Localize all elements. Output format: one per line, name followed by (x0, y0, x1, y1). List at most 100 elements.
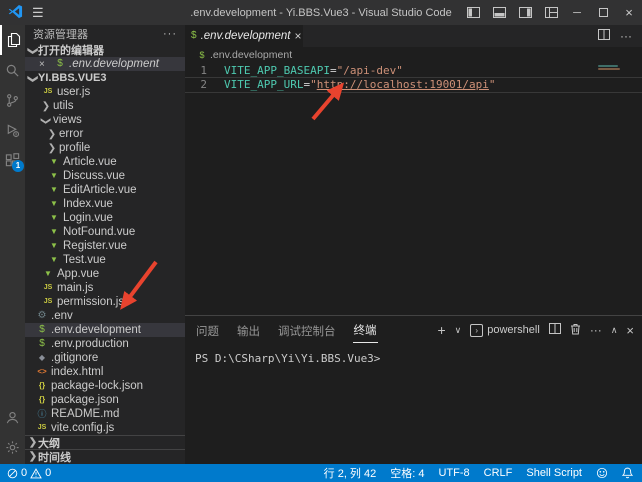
maximize-panel-icon[interactable]: ∧ (611, 325, 618, 336)
panel-tab-item[interactable]: 问题 (195, 318, 220, 343)
customize-layout-icon[interactable] (538, 0, 564, 25)
code-editor[interactable]: 1 VITE_APP_BASEAPI="/api-dev" 2 VITE_APP… (185, 63, 642, 315)
tree-item[interactable]: ▼Article.vue (25, 155, 185, 169)
tree-item[interactable]: ▼Login.vue (25, 211, 185, 225)
open-editor-item[interactable]: × $ .env.development (25, 57, 185, 71)
tree-item[interactable]: JSuser.js (25, 85, 185, 99)
toggle-sidebar-icon[interactable] (460, 0, 486, 25)
notifications-bell-icon[interactable] (622, 467, 633, 479)
close-panel-icon[interactable]: × (626, 323, 634, 338)
run-debug-icon[interactable] (0, 115, 25, 145)
split-terminal-icon[interactable] (549, 323, 561, 337)
tree-item[interactable]: {}package.json (25, 393, 185, 407)
settings-gear-icon[interactable] (0, 432, 25, 462)
minimize-button[interactable]: ─ (564, 0, 590, 25)
terminal-icon: › (470, 324, 483, 337)
toggle-secondary-sidebar-icon[interactable] (512, 0, 538, 25)
encoding[interactable]: UTF-8 (438, 467, 469, 479)
split-editor-icon[interactable] (598, 29, 610, 43)
tree-item[interactable]: JSvite.config.js (25, 421, 185, 435)
tree-item[interactable]: ▼Register.vue (25, 239, 185, 253)
tree-item[interactable]: ⚙.env (25, 309, 185, 323)
chevron-down-icon: ❯ (40, 116, 51, 126)
toggle-panel-icon[interactable] (486, 0, 512, 25)
tree-item-label: .env.development (51, 324, 141, 336)
tree-item[interactable]: $.env.production (25, 337, 185, 351)
shell-file-icon: $ (35, 337, 49, 351)
panel-tab-terminal-active[interactable]: 终端 (353, 317, 378, 343)
explorer-icon[interactable] (0, 25, 25, 55)
tree-item[interactable]: ▼Test.vue (25, 253, 185, 267)
tab-close-icon[interactable]: × (295, 29, 302, 43)
warning-icon (30, 468, 42, 479)
tree-item-label: Test.vue (63, 254, 106, 266)
git-file-icon: ◆ (35, 351, 49, 365)
tree-item[interactable]: ❯error (25, 127, 185, 141)
status-bar: 0 0 行 2, 列 42 空格: 4 UTF-8 CRLF Shell Scr… (0, 464, 642, 482)
outline-section[interactable]: ❯ 大纲 (25, 435, 185, 449)
timeline-section[interactable]: ❯ 时间线 (25, 449, 185, 463)
menu-icon[interactable]: ☰ (32, 6, 44, 19)
tree-item-label: package.json (51, 394, 119, 406)
tree-item[interactable]: ▼EditArticle.vue (25, 183, 185, 197)
tree-item[interactable]: ❯views (25, 113, 185, 127)
tree-item[interactable]: $.env.development (25, 323, 185, 337)
tree-item[interactable]: ▼NotFound.vue (25, 225, 185, 239)
feedback-smiley-icon[interactable] (596, 467, 608, 479)
tree-item[interactable]: JSmain.js (25, 281, 185, 295)
panel-more-actions-icon[interactable]: ··· (590, 323, 602, 337)
terminal-prompt: PS D:\CSharp\Yi\Yi.BBS.Vue3> (195, 352, 380, 365)
panel-tab-item[interactable]: 调试控制台 (277, 318, 337, 343)
vue-file-icon: ▼ (41, 267, 55, 281)
tree-item[interactable]: ◆.gitignore (25, 351, 185, 365)
shell-file-icon: $ (35, 323, 49, 337)
json-file-icon: {} (35, 379, 49, 393)
project-root-header[interactable]: ❯ YI.BBS.VUE3 (25, 71, 185, 85)
tree-item[interactable]: <>index.html (25, 365, 185, 379)
warnings-indicator[interactable]: 0 (30, 467, 51, 479)
terminal-dropdown-icon[interactable]: ∨ (455, 325, 462, 336)
kill-terminal-icon[interactable] (570, 323, 581, 338)
activity-bar: 1 (0, 25, 25, 464)
new-terminal-icon[interactable]: + (437, 322, 445, 338)
eol-sequence[interactable]: CRLF (484, 467, 513, 479)
tree-item-label: .env (51, 310, 73, 322)
url-link[interactable]: http://localhost:19001/api (317, 78, 489, 91)
extensions-icon[interactable]: 1 (0, 145, 25, 175)
tree-item[interactable]: ▼Index.vue (25, 197, 185, 211)
explorer-more-actions-icon[interactable]: ··· (163, 28, 177, 40)
code-line-1: 1 VITE_APP_BASEAPI="/api-dev" (185, 64, 642, 78)
shellscript-file-icon: $ (197, 48, 207, 62)
tab-env-development[interactable]: $ .env.development × (185, 25, 303, 47)
open-editors-header[interactable]: ❯ 打开的编辑器 (25, 43, 185, 57)
breadcrumb[interactable]: $ .env.development (185, 47, 642, 63)
tree-item[interactable]: ▼Discuss.vue (25, 169, 185, 183)
terminal-output[interactable]: PS D:\CSharp\Yi\Yi.BBS.Vue3> (185, 344, 642, 365)
account-icon[interactable] (0, 402, 25, 432)
bottom-panel: 问题输出调试控制台终端 + ∨ › powershell ··· ∧ × PS (185, 315, 642, 464)
tree-item[interactable]: ⓘREADME.md (25, 407, 185, 421)
source-control-icon[interactable] (0, 85, 25, 115)
tree-item-label: index.html (51, 366, 103, 378)
language-mode[interactable]: Shell Script (526, 467, 582, 479)
shell-selector[interactable]: › powershell (470, 324, 540, 337)
tree-item[interactable]: ▼App.vue (25, 267, 185, 281)
search-icon[interactable] (0, 55, 25, 85)
tree-item[interactable]: {}package-lock.json (25, 379, 185, 393)
indentation[interactable]: 空格: 4 (390, 465, 424, 481)
panel-tab-item[interactable]: 输出 (236, 318, 261, 343)
editor-more-actions-icon[interactable]: ··· (620, 29, 632, 43)
minimap[interactable] (598, 65, 620, 71)
tree-item[interactable]: ❯profile (25, 141, 185, 155)
tree-item-label: Login.vue (63, 212, 113, 224)
cursor-position[interactable]: 行 2, 列 42 (324, 465, 377, 481)
tree-item[interactable]: JSpermission.js (25, 295, 185, 309)
tree-item[interactable]: ❯utils (25, 99, 185, 113)
close-button[interactable]: × (616, 0, 642, 25)
maximize-button[interactable] (590, 0, 616, 25)
chevron-down-icon: ❯ (27, 46, 38, 56)
vscode-window: ☰ .env.development - Yi.BBS.Vue3 - Visua… (0, 0, 642, 482)
errors-indicator[interactable]: 0 (7, 467, 27, 479)
tree-item-label: package-lock.json (51, 380, 143, 392)
close-icon[interactable]: × (39, 59, 53, 70)
